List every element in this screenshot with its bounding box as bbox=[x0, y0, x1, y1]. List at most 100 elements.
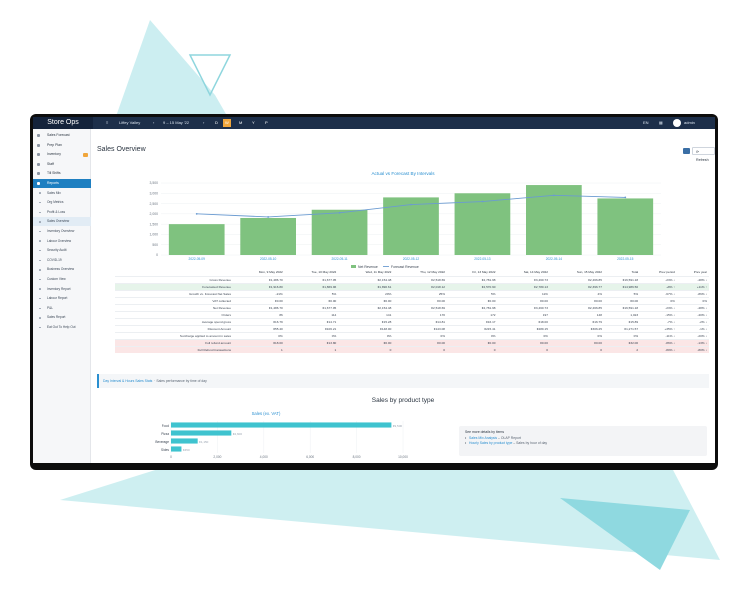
column-header: Fri, 13 May 2022 bbox=[472, 270, 496, 275]
next-period-icon[interactable]: › bbox=[203, 117, 204, 129]
product-chart-title: Sales (ex. VAT) bbox=[251, 411, 281, 416]
period-button-d[interactable]: D bbox=[213, 119, 220, 127]
app-screen: Store Ops ≡ Liffey Valley ‹ 9 – 15 May '… bbox=[33, 117, 715, 463]
table-cell: €0.00 bbox=[447, 296, 498, 304]
sidebar-item-label: Till Shifts bbox=[47, 171, 61, 176]
sidebar-item-security-audit[interactable]: Security Audit bbox=[33, 246, 91, 255]
sidebar-item-inventory-overview[interactable]: Inventory Overview bbox=[33, 227, 91, 236]
table-cell: 0 bbox=[447, 345, 498, 353]
value-label: €1,150 bbox=[199, 440, 209, 444]
x-tick-label: 2022-05-09 bbox=[189, 257, 206, 261]
avatar[interactable] bbox=[673, 119, 681, 127]
point-forecast-revenue bbox=[552, 194, 555, 197]
point-forecast-revenue bbox=[195, 212, 198, 215]
sidebar-item-sales-report[interactable]: Sales Report bbox=[33, 313, 91, 322]
table-cell: €0.00 bbox=[549, 338, 604, 346]
sidebar-item-reports[interactable]: Reports bbox=[33, 179, 91, 188]
period-button-m[interactable]: M bbox=[237, 119, 244, 127]
table-row: Net Revenue €1,486.70 €1,677.05 €2,154.48 €2… bbox=[115, 303, 709, 311]
menu-icon[interactable]: ≡ bbox=[106, 117, 108, 129]
bar-product-sales bbox=[171, 438, 198, 444]
x-tick-label: 4,000 bbox=[260, 455, 268, 459]
y-tick-label: 0 bbox=[156, 253, 158, 257]
table-cell: €16.79 bbox=[549, 317, 604, 325]
sidebar-item-label: Labour Report bbox=[47, 296, 68, 301]
period-button-w[interactable]: W bbox=[223, 119, 231, 127]
column-header: Tue, 10 May 2022 bbox=[311, 270, 337, 275]
sidebar-item-labour-report[interactable]: Labour Report bbox=[33, 294, 91, 303]
y-tick-label: 3,000 bbox=[150, 191, 159, 195]
table-cell: -21% bbox=[233, 289, 285, 297]
sidebar-item-icon bbox=[39, 278, 41, 281]
table-cell: €2,154.48 bbox=[338, 303, 394, 311]
info-box-title: See more details by items bbox=[465, 430, 505, 434]
store-selector[interactable]: Liffey Valley bbox=[119, 117, 140, 129]
day-interval-link[interactable]: Day Interval & Hours Sales Stats bbox=[103, 379, 152, 383]
sidebar-item-icon bbox=[39, 326, 41, 329]
info-link-item[interactable]: Hourly Sales by product type – Sales by … bbox=[465, 441, 701, 446]
sidebar-item-prep-plan[interactable]: Prep Plan bbox=[33, 141, 91, 150]
sidebar-item-inventory[interactable]: Inventory bbox=[33, 150, 91, 159]
table-cell: €2,466.85 bbox=[549, 275, 604, 283]
language-selector[interactable]: EN bbox=[643, 117, 649, 129]
period-button-p[interactable]: P bbox=[263, 119, 270, 127]
y-tick-label: 1,500 bbox=[150, 222, 159, 226]
table-cell: €16.79 bbox=[233, 317, 285, 325]
table-cell: -86% ↓ bbox=[640, 338, 677, 346]
sidebar-item-inventory-report[interactable]: Inventory Report bbox=[33, 285, 91, 294]
table-cell: €0.00 bbox=[603, 296, 641, 304]
date-range[interactable]: 9 – 15 May '22 bbox=[163, 117, 189, 129]
sidebar-item-sales-overview[interactable]: Sales Overview bbox=[33, 217, 91, 227]
sidebar-item-label: Profit & Loss bbox=[47, 209, 66, 214]
table-cell: -2% ↓ bbox=[676, 317, 709, 325]
sidebar-item-label: Sales Overview bbox=[47, 219, 70, 224]
table-cell: €215.41 bbox=[447, 324, 498, 332]
y-tick-label: 3,500 bbox=[150, 181, 159, 185]
sidebar-item-profit-loss[interactable]: Profit & Loss bbox=[33, 208, 91, 217]
print-icon[interactable] bbox=[683, 148, 690, 154]
table-cell: €13.80 bbox=[284, 338, 339, 346]
sidebar-item-org-metrics[interactable]: Org Metrics bbox=[33, 198, 91, 207]
column-header: Sat, 14 May 2022 bbox=[523, 270, 548, 275]
row-label: Discount Amount bbox=[115, 324, 233, 332]
table-cell: €106.21 bbox=[284, 324, 339, 332]
table-cell: +8% ↑ bbox=[640, 282, 677, 290]
brand-logo[interactable]: Store Ops bbox=[33, 117, 93, 129]
row-label: Gross Revenue bbox=[115, 275, 233, 283]
bar-product-sales bbox=[171, 430, 232, 436]
table-cell: €16.17 bbox=[447, 317, 498, 325]
table-cell: 11% bbox=[497, 289, 550, 297]
grid-icon[interactable]: ▦ bbox=[659, 117, 663, 129]
sidebar-item-business-overview[interactable]: Business Overview bbox=[33, 265, 91, 274]
column-header: Total bbox=[631, 270, 639, 275]
sidebar-item-sales-mix[interactable]: Sales Mix bbox=[33, 189, 91, 198]
table-cell: €3,460.73 bbox=[497, 303, 550, 311]
info-link[interactable]: Sales Mix Analysis bbox=[469, 436, 497, 440]
sidebar-item-p-l[interactable]: P&L bbox=[33, 304, 91, 313]
sidebar-item-icon bbox=[39, 249, 41, 252]
bar-net-revenue bbox=[168, 224, 225, 255]
refresh-button[interactable]: ⟳ Refresh bbox=[692, 147, 715, 162]
user-name[interactable]: admin bbox=[684, 117, 695, 129]
info-link[interactable]: Hourly Sales by product type bbox=[469, 441, 512, 445]
table-cell: 0% bbox=[233, 331, 285, 339]
prev-period-icon[interactable]: ‹ bbox=[153, 117, 154, 129]
sidebar-item-label: Org Metrics bbox=[47, 200, 64, 205]
table-cell: €1,677.05 bbox=[284, 303, 339, 311]
sidebar-item-covid-19[interactable]: COVID-19 bbox=[33, 256, 91, 265]
table-cell: -1% ↓ bbox=[676, 324, 709, 332]
legend-swatch-net-revenue bbox=[351, 265, 356, 268]
table-cell: -86% ↓ bbox=[676, 289, 709, 297]
sidebar-item-staff[interactable]: Staff bbox=[33, 160, 91, 169]
sidebar-item-labour-overview[interactable]: Labour Overview bbox=[33, 237, 91, 246]
sidebar-item-sales-forecast[interactable]: Sales Forecast bbox=[33, 131, 91, 140]
table-cell: 4% bbox=[549, 289, 604, 297]
period-button-y[interactable]: Y bbox=[250, 119, 257, 127]
table-cell: €14,986.50 bbox=[603, 282, 641, 290]
day-interval-panel[interactable]: Day Interval & Hours Sales Stats · Sales… bbox=[97, 374, 709, 388]
sidebar-item-custom-view[interactable]: Custom View bbox=[33, 275, 91, 284]
sidebar-item-till-shifts[interactable]: Till Shifts bbox=[33, 169, 91, 178]
sidebar-item-eat-out-to-help-out[interactable]: Eat Out To Help Out bbox=[33, 323, 91, 332]
table-cell: 0 bbox=[393, 345, 448, 353]
bar-product-sales bbox=[171, 422, 392, 428]
